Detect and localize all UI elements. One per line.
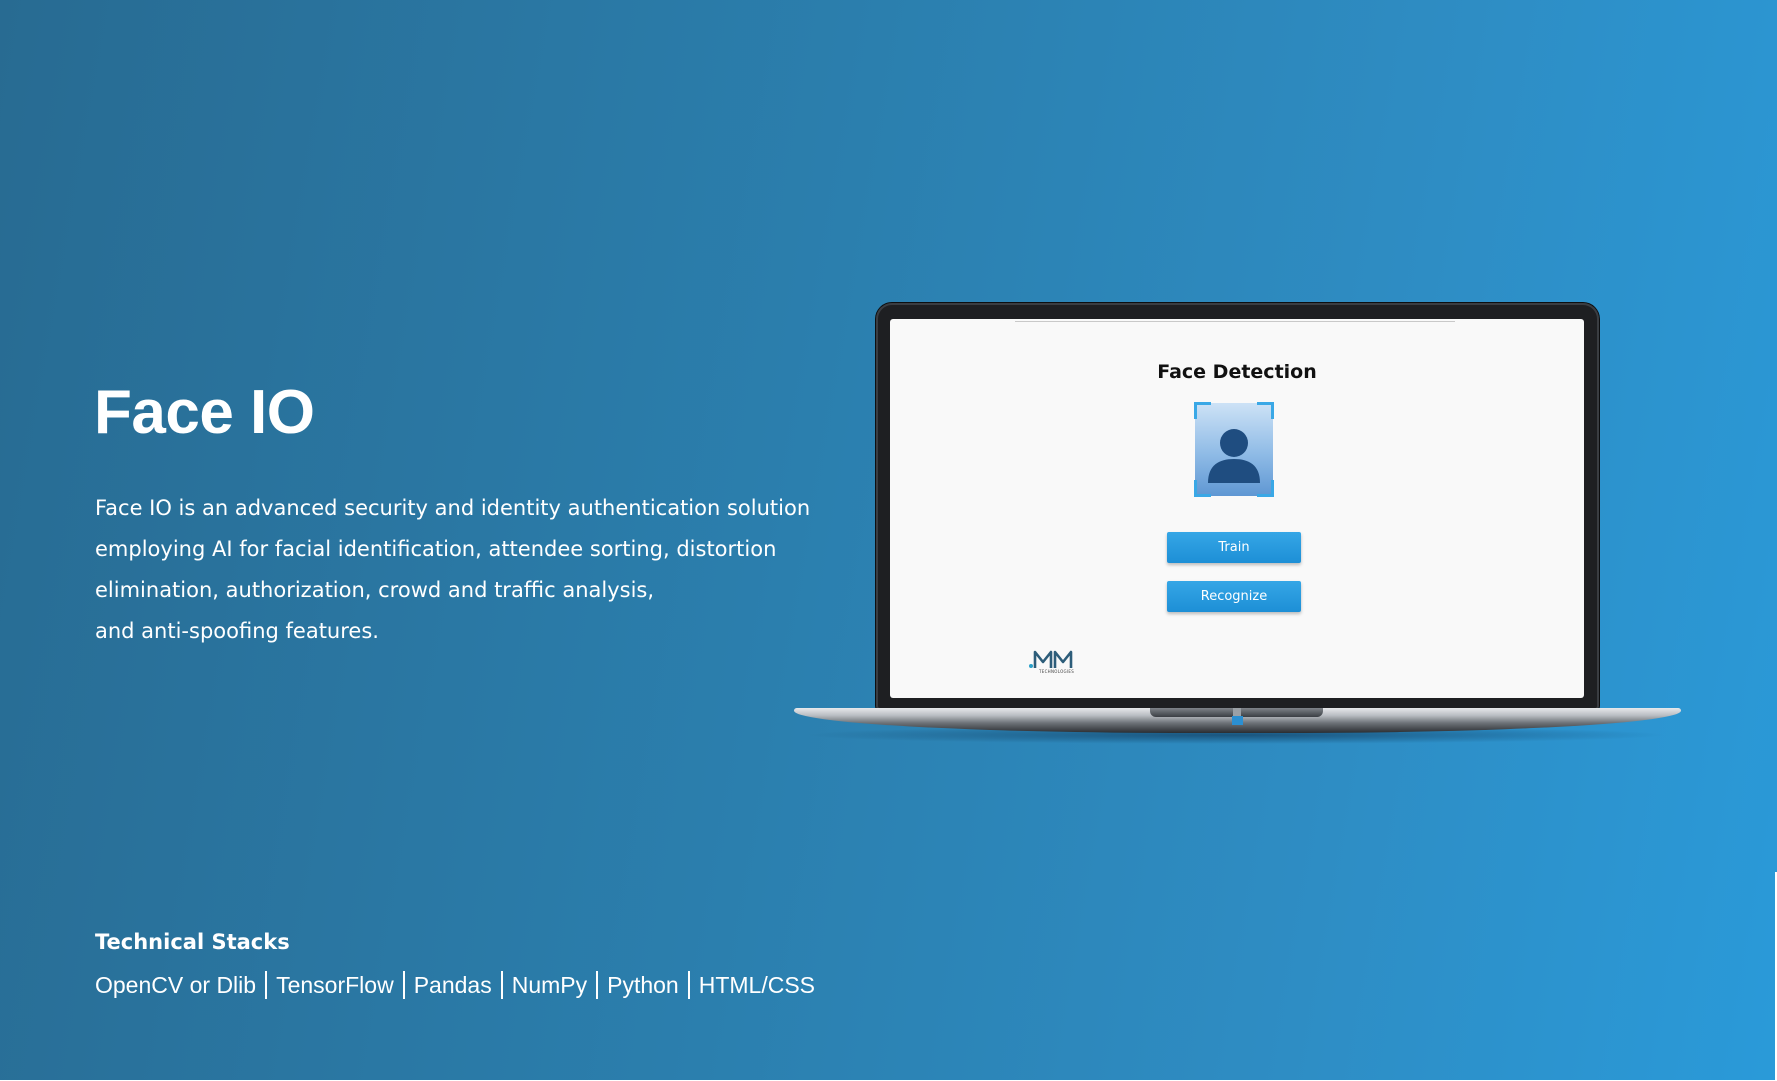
description-line: elimination, authorization, crowd and tr… [95, 578, 655, 602]
technical-stacks-list: OpenCV or Dlib TensorFlow Pandas NumPy P… [95, 969, 815, 1001]
laptop-hinge-right [1237, 708, 1323, 717]
description-line: and anti-spoofing features. [95, 619, 379, 643]
stack-separator [500, 971, 503, 999]
logo-subtext: TECHNOLOGIES [1039, 669, 1075, 674]
frame-corner-bottom-right [1257, 480, 1274, 497]
recognize-button[interactable]: Recognize [1167, 581, 1301, 612]
stack-separator [687, 971, 690, 999]
frame-corner-bottom-left [1194, 480, 1211, 497]
train-button[interactable]: Train [1167, 532, 1301, 563]
technical-stacks-heading: Technical Stacks [95, 930, 290, 954]
stack-item-python: Python [607, 972, 679, 998]
stack-item-opencv: OpenCV or Dlib [95, 972, 257, 998]
frame-corner-top-right [1257, 402, 1274, 419]
stack-item-html-css: HTML/CSS [698, 972, 816, 998]
mm-logo-mark [1029, 650, 1073, 668]
face-preview [1194, 402, 1274, 497]
screen-top-divider [1015, 321, 1455, 322]
company-logo: TECHNOLOGIES [1028, 648, 1084, 676]
face-detection-title: Face Detection [1157, 361, 1317, 383]
project-description: Face IO is an advanced security and iden… [95, 488, 811, 652]
stack-item-pandas: Pandas [413, 972, 492, 998]
description-line: employing AI for facial identification, … [95, 537, 777, 561]
stack-separator [402, 971, 405, 999]
description-line: Face IO is an advanced security and iden… [95, 496, 811, 520]
stack-item-tensorflow: TensorFlow [276, 972, 394, 998]
frame-corner-top-left [1194, 402, 1211, 419]
stack-separator [596, 971, 599, 999]
page-title: Face IO [94, 378, 315, 447]
stack-item-numpy: NumPy [511, 972, 588, 998]
stack-separator [265, 971, 268, 999]
laptop-indicator [1232, 716, 1243, 725]
laptop-screen: Face Detection Train Recognize TECHNOLOG… [890, 319, 1584, 698]
